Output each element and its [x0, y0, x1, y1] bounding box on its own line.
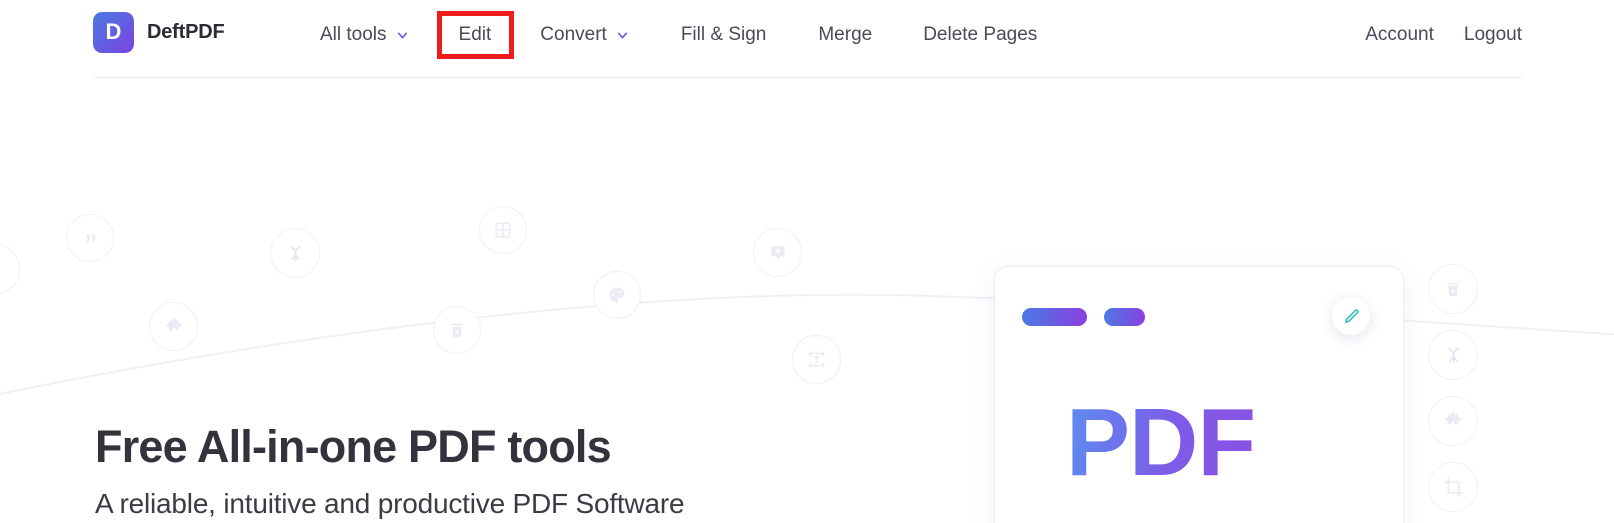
pencil-icon	[1343, 308, 1360, 325]
nav-label-convert: Convert	[540, 24, 607, 45]
nav-item-account[interactable]: Account	[1365, 21, 1434, 49]
nav-item-delete-pages[interactable]: Delete Pages	[923, 21, 1037, 49]
nav-label-merge: Merge	[818, 24, 873, 45]
nav-item-fill-sign[interactable]: Fill & Sign	[681, 21, 767, 49]
main-navigation: All tools Edit Convert Fill & Sign Merge…	[320, 21, 1037, 49]
chevron-down-icon	[616, 29, 629, 42]
side-tool-delete-page[interactable]	[1428, 264, 1478, 314]
side-tool-crop[interactable]	[1428, 462, 1478, 512]
nav-item-convert[interactable]: Convert	[540, 21, 629, 49]
nav-label-edit: Edit	[458, 24, 492, 45]
page-title: Free All-in-one PDF tools	[95, 421, 612, 472]
page-root: PDF Free All-in-one PDF tools A reliable…	[0, 0, 1614, 523]
hero-text-block: Free All-in-one PDF tools A reliable, in…	[95, 421, 685, 520]
decor-merge-arrow-icon	[270, 228, 320, 278]
account-navigation: Account Logout	[1365, 21, 1522, 49]
nav-label-account: Account	[1365, 24, 1434, 45]
nav-item-edit[interactable]: Edit	[459, 21, 492, 49]
decor-add-comment-icon	[753, 228, 802, 277]
nav-label-fill-sign: Fill & Sign	[680, 24, 767, 45]
page-subtitle: A reliable, intuitive and productive PDF…	[95, 487, 685, 519]
decor-text-box-icon	[792, 335, 841, 384]
decor-puzzle-piece-icon	[149, 302, 198, 351]
nav-item-merge[interactable]: Merge	[818, 21, 872, 49]
decor-grid-table-icon	[479, 206, 527, 254]
deftpdf-logo-icon: D	[93, 12, 134, 53]
chevron-down-icon	[396, 29, 409, 42]
nav-label-logout: Logout	[1463, 24, 1522, 45]
card-placeholder-bars	[1022, 308, 1145, 326]
pdf-wordmark: PDF	[1066, 389, 1256, 496]
decor-palette-icon	[593, 271, 641, 319]
nav-label-delete-pages: Delete Pages	[923, 24, 1038, 45]
nav-label-all-tools: All tools	[320, 24, 387, 45]
side-tool-puzzle[interactable]	[1428, 396, 1478, 446]
placeholder-bar-2	[1104, 308, 1145, 326]
header-divider	[93, 77, 1522, 78]
nav-item-logout[interactable]: Logout	[1464, 21, 1522, 49]
decor-trash-delete-icon	[433, 306, 481, 354]
brand-logo[interactable]: D DeftPDF	[93, 12, 225, 53]
brand-name-label: DeftPDF	[147, 21, 225, 43]
pdf-preview-card: PDF	[994, 266, 1404, 523]
site-header: D DeftPDF All tools Edit Convert Fill & …	[0, 0, 1614, 78]
nav-item-all-tools[interactable]: All tools	[320, 21, 409, 49]
decor-quote-icon	[66, 214, 114, 262]
card-edit-button[interactable]	[1332, 297, 1370, 335]
placeholder-bar-1	[1022, 308, 1087, 326]
side-tool-merge-page[interactable]	[1428, 330, 1478, 380]
